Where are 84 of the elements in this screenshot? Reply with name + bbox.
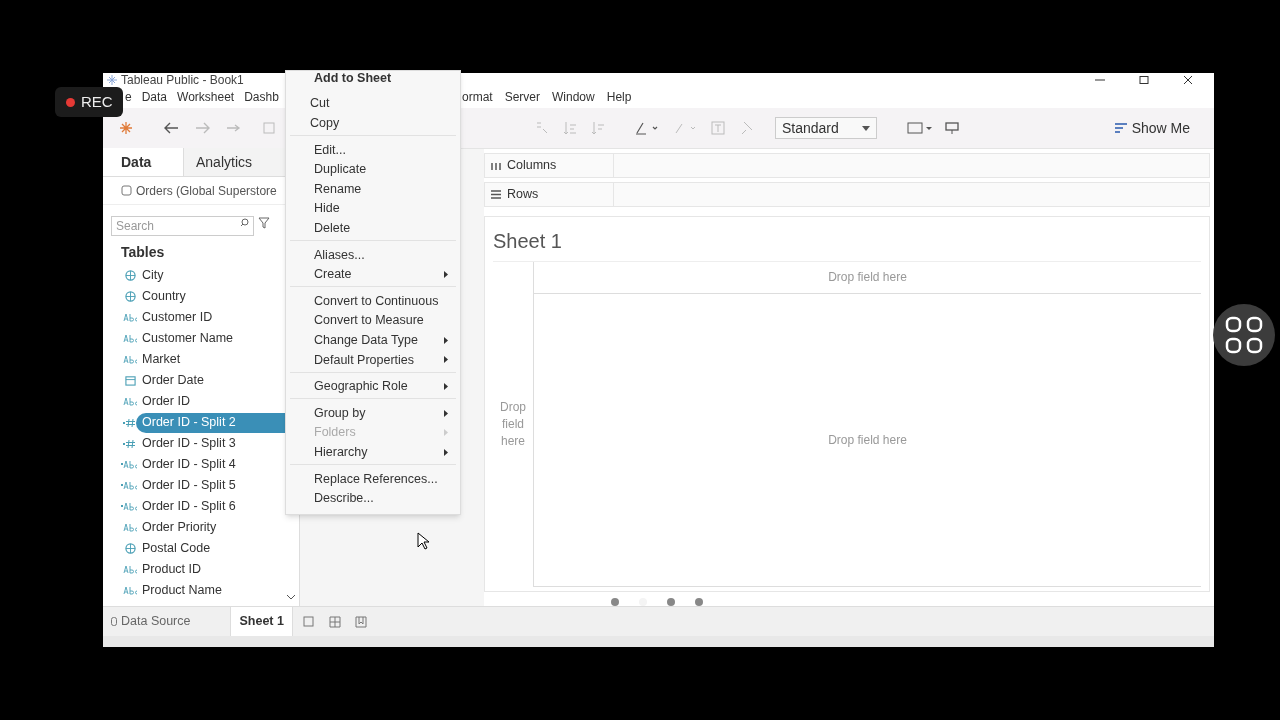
columns-icon: [491, 160, 501, 170]
close-icon[interactable]: [1182, 75, 1194, 84]
forward-arrow-icon[interactable]: [195, 122, 211, 134]
sheet-tab[interactable]: Data Source: [103, 607, 221, 636]
menu-item[interactable]: Data: [141, 88, 168, 106]
menu-item[interactable]: Duplicate: [290, 159, 456, 180]
menu-item[interactable]: Cut: [286, 94, 460, 114]
text-type-icon: [121, 313, 139, 322]
scroll-down-icon[interactable]: [287, 595, 295, 600]
menu-item[interactable]: Hide: [290, 198, 456, 219]
rows-icon: [491, 189, 501, 199]
menu-item[interactable]: Edit...: [290, 140, 456, 160]
presentation-icon[interactable]: [945, 121, 959, 135]
grid-icon: [1224, 315, 1264, 355]
number-type-icon: [123, 438, 137, 449]
text-type-icon: [121, 565, 139, 574]
submenu-arrow-icon: [444, 336, 448, 344]
sheet-tab[interactable]: Sheet 1: [230, 607, 293, 636]
filter-icon[interactable]: [258, 217, 270, 229]
new-sheet-icon[interactable]: [302, 615, 315, 628]
search-icon: [240, 218, 249, 227]
field-item[interactable]: Product Name: [103, 580, 299, 601]
show-me-bars-icon: [1114, 122, 1127, 134]
menu-item[interactable]: Window: [552, 88, 595, 106]
sheet-title: Sheet 1: [492, 228, 563, 254]
menu-item[interactable]: Delete: [290, 218, 456, 239]
drop-zone-label: Drop field here: [499, 398, 527, 450]
text-type-icon: [121, 397, 139, 406]
search-field[interactable]: Search: [111, 216, 254, 236]
app-logo-icon: [107, 74, 117, 85]
text-type-icon: [121, 586, 139, 595]
show-me-button[interactable]: Show Me: [1114, 117, 1190, 139]
menu-item[interactable]: Server: [504, 88, 541, 106]
text-label-icon[interactable]: [711, 121, 725, 135]
shelf[interactable]: Columns: [484, 153, 1210, 178]
caret-icon: [862, 125, 870, 131]
menu-item[interactable]: Add to Sheet: [286, 71, 460, 87]
drop-zone-label: Drop field here: [828, 431, 907, 449]
database-icon: [111, 617, 117, 626]
calendar-icon: [124, 375, 136, 386]
mouse-cursor-icon: [417, 532, 429, 550]
number-type-icon: [123, 417, 137, 428]
section-heading: Tables: [120, 243, 166, 262]
submenu-arrow-icon: [444, 448, 448, 456]
menu-item[interactable]: Worksheet: [177, 88, 235, 106]
submenu-arrow-icon: [444, 383, 448, 390]
new-dashboard-icon[interactable]: [328, 615, 341, 628]
text-type-icon: [121, 334, 139, 343]
record-dot-icon: [66, 97, 75, 107]
text-type-icon: [121, 355, 139, 364]
chart-options-icon[interactable]: [907, 122, 933, 134]
data-source-name[interactable]: Orders (Global Superstore: [136, 181, 277, 200]
globe-icon: [124, 270, 136, 281]
text-type-icon: [121, 502, 139, 511]
fit-select[interactable]: Standard: [775, 117, 877, 139]
menu-item[interactable]: e: [125, 88, 132, 106]
drop-zone-label: Drop field here: [828, 269, 907, 287]
window-title: Tableau Public - Book1: [121, 73, 244, 86]
rec-badge: REC: [55, 87, 123, 117]
text-type-icon: [121, 481, 139, 490]
highlight-icon[interactable]: [635, 121, 659, 135]
restore-icon[interactable]: [1138, 75, 1150, 84]
field-item[interactable]: Product ID: [103, 559, 299, 580]
submenu-arrow-icon: [444, 271, 448, 279]
field-item[interactable]: Postal Code: [103, 538, 299, 559]
menu-item[interactable]: ormat: [462, 88, 493, 106]
submenu-arrow-icon: [444, 429, 448, 437]
submenu-arrow-icon: [444, 409, 448, 417]
globe-icon: [124, 291, 136, 302]
tableau-logo-icon[interactable]: [119, 121, 133, 135]
menu-item[interactable]: Rename: [290, 179, 456, 199]
text-type-icon: [121, 460, 139, 469]
new-story-icon[interactable]: [354, 615, 367, 628]
back-arrow-icon[interactable]: [163, 122, 179, 134]
submenu-arrow-icon: [444, 356, 448, 364]
menu-item[interactable]: Help: [606, 88, 632, 106]
datasource-icon: [121, 185, 132, 196]
globe-icon: [124, 543, 136, 554]
field-item[interactable]: Order Priority: [103, 517, 299, 538]
menu-item[interactable]: Dashb: [244, 88, 279, 106]
menu-item[interactable]: Aliases...: [290, 245, 456, 265]
menu-item[interactable]: Copy: [286, 113, 460, 134]
text-type-icon: [121, 523, 139, 532]
shelf[interactable]: Rows: [484, 181, 1210, 207]
